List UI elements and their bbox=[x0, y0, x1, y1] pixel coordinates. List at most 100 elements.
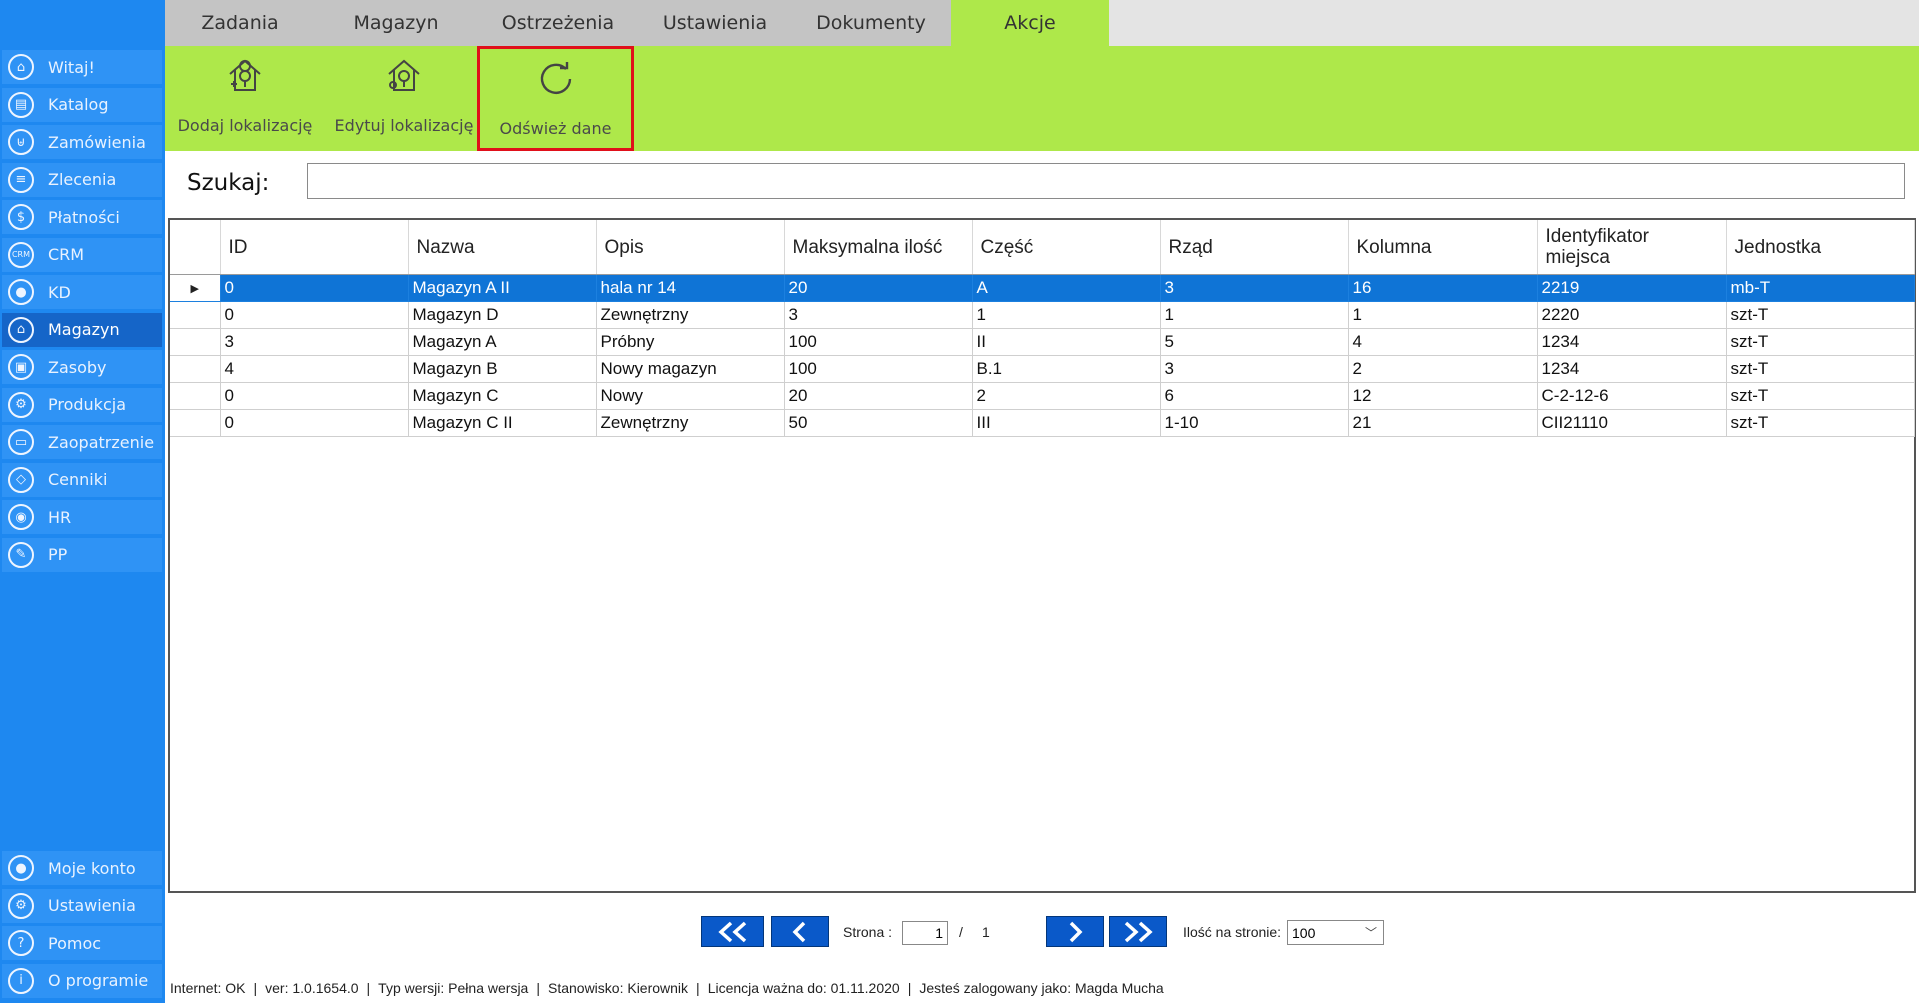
row-selector[interactable]: ▶ bbox=[170, 274, 221, 302]
row-selector[interactable] bbox=[170, 301, 221, 329]
status-internet: Internet: OK bbox=[170, 980, 246, 996]
sidebar-item-label: Moje konto bbox=[48, 858, 136, 878]
sidebar-item-produkcja[interactable]: ⚙ Produkcja bbox=[2, 387, 162, 422]
double-chevron-left-icon bbox=[717, 921, 746, 942]
edit-location-button[interactable]: Edytuj lokalizację bbox=[331, 46, 477, 151]
table-row[interactable]: 4 Magazyn B Nowy magazyn 100 B.1 3 2 1234 szt-T bbox=[170, 355, 1915, 383]
column-header[interactable]: Identyfikator miejsca bbox=[1537, 220, 1727, 275]
sidebar-item-kd[interactable]: ● KD bbox=[2, 275, 162, 309]
row-selector[interactable] bbox=[170, 409, 221, 437]
row-selector[interactable] bbox=[170, 328, 221, 356]
pp-icon: ✎ bbox=[8, 541, 34, 568]
add-location-button[interactable]: Dodaj lokalizację bbox=[175, 46, 315, 151]
column-header[interactable]: Kolumna bbox=[1348, 220, 1538, 275]
sidebar-item-cenniki[interactable]: ◇ Cenniki bbox=[2, 462, 162, 497]
dollar-icon: $ bbox=[8, 204, 34, 230]
table-row[interactable]: 0 Magazyn C Nowy 20 2 6 12 C-2-12-6 szt-T bbox=[170, 382, 1915, 410]
table-body: ▶ 0 Magazyn A II hala nr 14 20 A 3 16 2219 mb-T 0 M… bbox=[170, 274, 1915, 437]
sidebar-item-label: Ustawienia bbox=[48, 896, 136, 915]
last-page-button[interactable] bbox=[1109, 916, 1167, 947]
column-header[interactable]: Nazwa bbox=[408, 220, 597, 275]
page-number-input[interactable] bbox=[902, 921, 948, 945]
table-cell: 2219 bbox=[1537, 274, 1727, 302]
table-cell: Zewnętrzny bbox=[596, 409, 785, 437]
sidebar-item-label: Zamówienia bbox=[48, 132, 146, 152]
sidebar-item-magazyn[interactable]: ⌂ Magazyn bbox=[2, 312, 162, 347]
per-page-select[interactable]: 100 ﹀ bbox=[1287, 920, 1384, 945]
tab-zadania[interactable]: Zadania bbox=[165, 0, 315, 46]
sidebar-item-label: Płatności bbox=[48, 207, 120, 227]
sidebar-item-ustawienia[interactable]: ⚙ Ustawienia bbox=[2, 888, 162, 923]
tag-icon: ◇ bbox=[8, 466, 34, 493]
tab-ostrzezenia[interactable]: Ostrzeżenia bbox=[477, 0, 639, 46]
first-page-button[interactable] bbox=[701, 916, 764, 947]
table-cell: 1 bbox=[1348, 301, 1538, 329]
sidebar-item-moje-konto[interactable]: ● Moje konto bbox=[2, 851, 162, 885]
table-cell: B.1 bbox=[972, 355, 1161, 383]
row-selector[interactable] bbox=[170, 382, 221, 410]
person-icon: ● bbox=[8, 279, 34, 305]
table-cell: 2 bbox=[1348, 355, 1538, 383]
table-cell: Magazyn A II bbox=[408, 274, 597, 302]
list-icon: ≡ bbox=[8, 166, 34, 193]
table-cell: 4 bbox=[1348, 328, 1538, 356]
sidebar-item-zaopatrzenie[interactable]: ▭ Zaopatrzenie bbox=[2, 425, 162, 459]
table-cell: 2220 bbox=[1537, 301, 1727, 329]
table-cell: 100 bbox=[784, 328, 973, 356]
refresh-icon bbox=[536, 57, 576, 101]
column-header[interactable]: Opis bbox=[596, 220, 785, 275]
table-cell: Próbny bbox=[596, 328, 785, 356]
table-cell: 4 bbox=[220, 355, 409, 383]
table-cell: 0 bbox=[220, 301, 409, 329]
previous-page-button[interactable] bbox=[771, 916, 829, 947]
refresh-button[interactable]: Odśwież dane bbox=[477, 46, 634, 151]
column-header[interactable]: Rząd bbox=[1160, 220, 1349, 275]
table-row[interactable]: 3 Magazyn A Próbny 100 II 5 4 1234 szt-T bbox=[170, 328, 1915, 356]
table-cell: 20 bbox=[784, 274, 973, 302]
table-cell: szt-T bbox=[1726, 301, 1915, 329]
locations-table: ID Nazwa Opis Maksymalna ilość Część Rząd Kolu… bbox=[168, 218, 1916, 893]
table-row[interactable]: ▶ 0 Magazyn A II hala nr 14 20 A 3 16 2219 mb-T bbox=[170, 274, 1915, 302]
status-edition: Typ wersji: Pełna wersja bbox=[378, 980, 529, 996]
table-cell: szt-T bbox=[1726, 382, 1915, 410]
sidebar-item-zamówienia[interactable]: ⊎ Zamówienia bbox=[2, 125, 162, 159]
sidebar-item-zlecenia[interactable]: ≡ Zlecenia bbox=[2, 162, 162, 197]
column-header[interactable]: Jednostka bbox=[1726, 220, 1915, 275]
row-selector[interactable] bbox=[170, 355, 221, 383]
table-cell: 20 bbox=[784, 382, 973, 410]
table-row[interactable]: 0 Magazyn C II Zewnętrzny 50 III 1-10 21 CII211… bbox=[170, 409, 1915, 437]
column-header[interactable]: ID bbox=[220, 220, 409, 275]
sidebar-item-katalog[interactable]: ▤ Katalog bbox=[2, 87, 162, 122]
tab-magazyn[interactable]: Magazyn bbox=[315, 0, 477, 46]
column-header[interactable]: Część bbox=[972, 220, 1161, 275]
status-version: ver: 1.0.1654.0 bbox=[265, 980, 359, 996]
table-cell: 1 bbox=[972, 301, 1161, 329]
sidebar-item-crm[interactable]: CRM CRM bbox=[2, 237, 162, 272]
table-cell: 0 bbox=[220, 409, 409, 437]
sidebar-item-pp[interactable]: ✎ PP bbox=[2, 537, 162, 572]
tab-dokumenty[interactable]: Dokumenty bbox=[791, 0, 951, 46]
next-page-button[interactable] bbox=[1046, 916, 1104, 947]
search-input[interactable] bbox=[307, 163, 1905, 199]
add-location-icon bbox=[225, 54, 265, 98]
chevron-left-icon bbox=[792, 921, 806, 942]
tab-akcje[interactable]: Akcje bbox=[951, 0, 1109, 46]
sidebar-item-płatności[interactable]: $ Płatności bbox=[2, 200, 162, 234]
chevron-right-icon bbox=[1069, 921, 1083, 942]
sidebar-item-o-programie[interactable]: i O programie bbox=[2, 963, 162, 998]
sidebar-item-witaj-[interactable]: ⌂ Witaj! bbox=[2, 50, 162, 84]
sidebar-item-hr[interactable]: ◉ HR bbox=[2, 500, 162, 534]
sidebar-item-label: Produkcja bbox=[48, 395, 126, 414]
table-cell: 0 bbox=[220, 274, 409, 302]
info-icon: i bbox=[8, 967, 34, 994]
sidebar-item-label: Zasoby bbox=[48, 357, 107, 377]
column-header[interactable]: Maksymalna ilość bbox=[784, 220, 973, 275]
sidebar-item-pomoc[interactable]: ? Pomoc bbox=[2, 926, 162, 960]
tab-ustawienia[interactable]: Ustawienia bbox=[639, 0, 791, 46]
table-cell: A bbox=[972, 274, 1161, 302]
refresh-label: Odśwież dane bbox=[499, 119, 612, 138]
table-cell: CII21110 bbox=[1537, 409, 1727, 437]
sidebar-item-zasoby[interactable]: ▣ Zasoby bbox=[2, 350, 162, 384]
table-row[interactable]: 0 Magazyn D Zewnętrzny 3 1 1 1 2220 szt-T bbox=[170, 301, 1915, 329]
action-toolbar: Dodaj lokalizację Edytuj lokalizację Odś… bbox=[165, 46, 1919, 151]
